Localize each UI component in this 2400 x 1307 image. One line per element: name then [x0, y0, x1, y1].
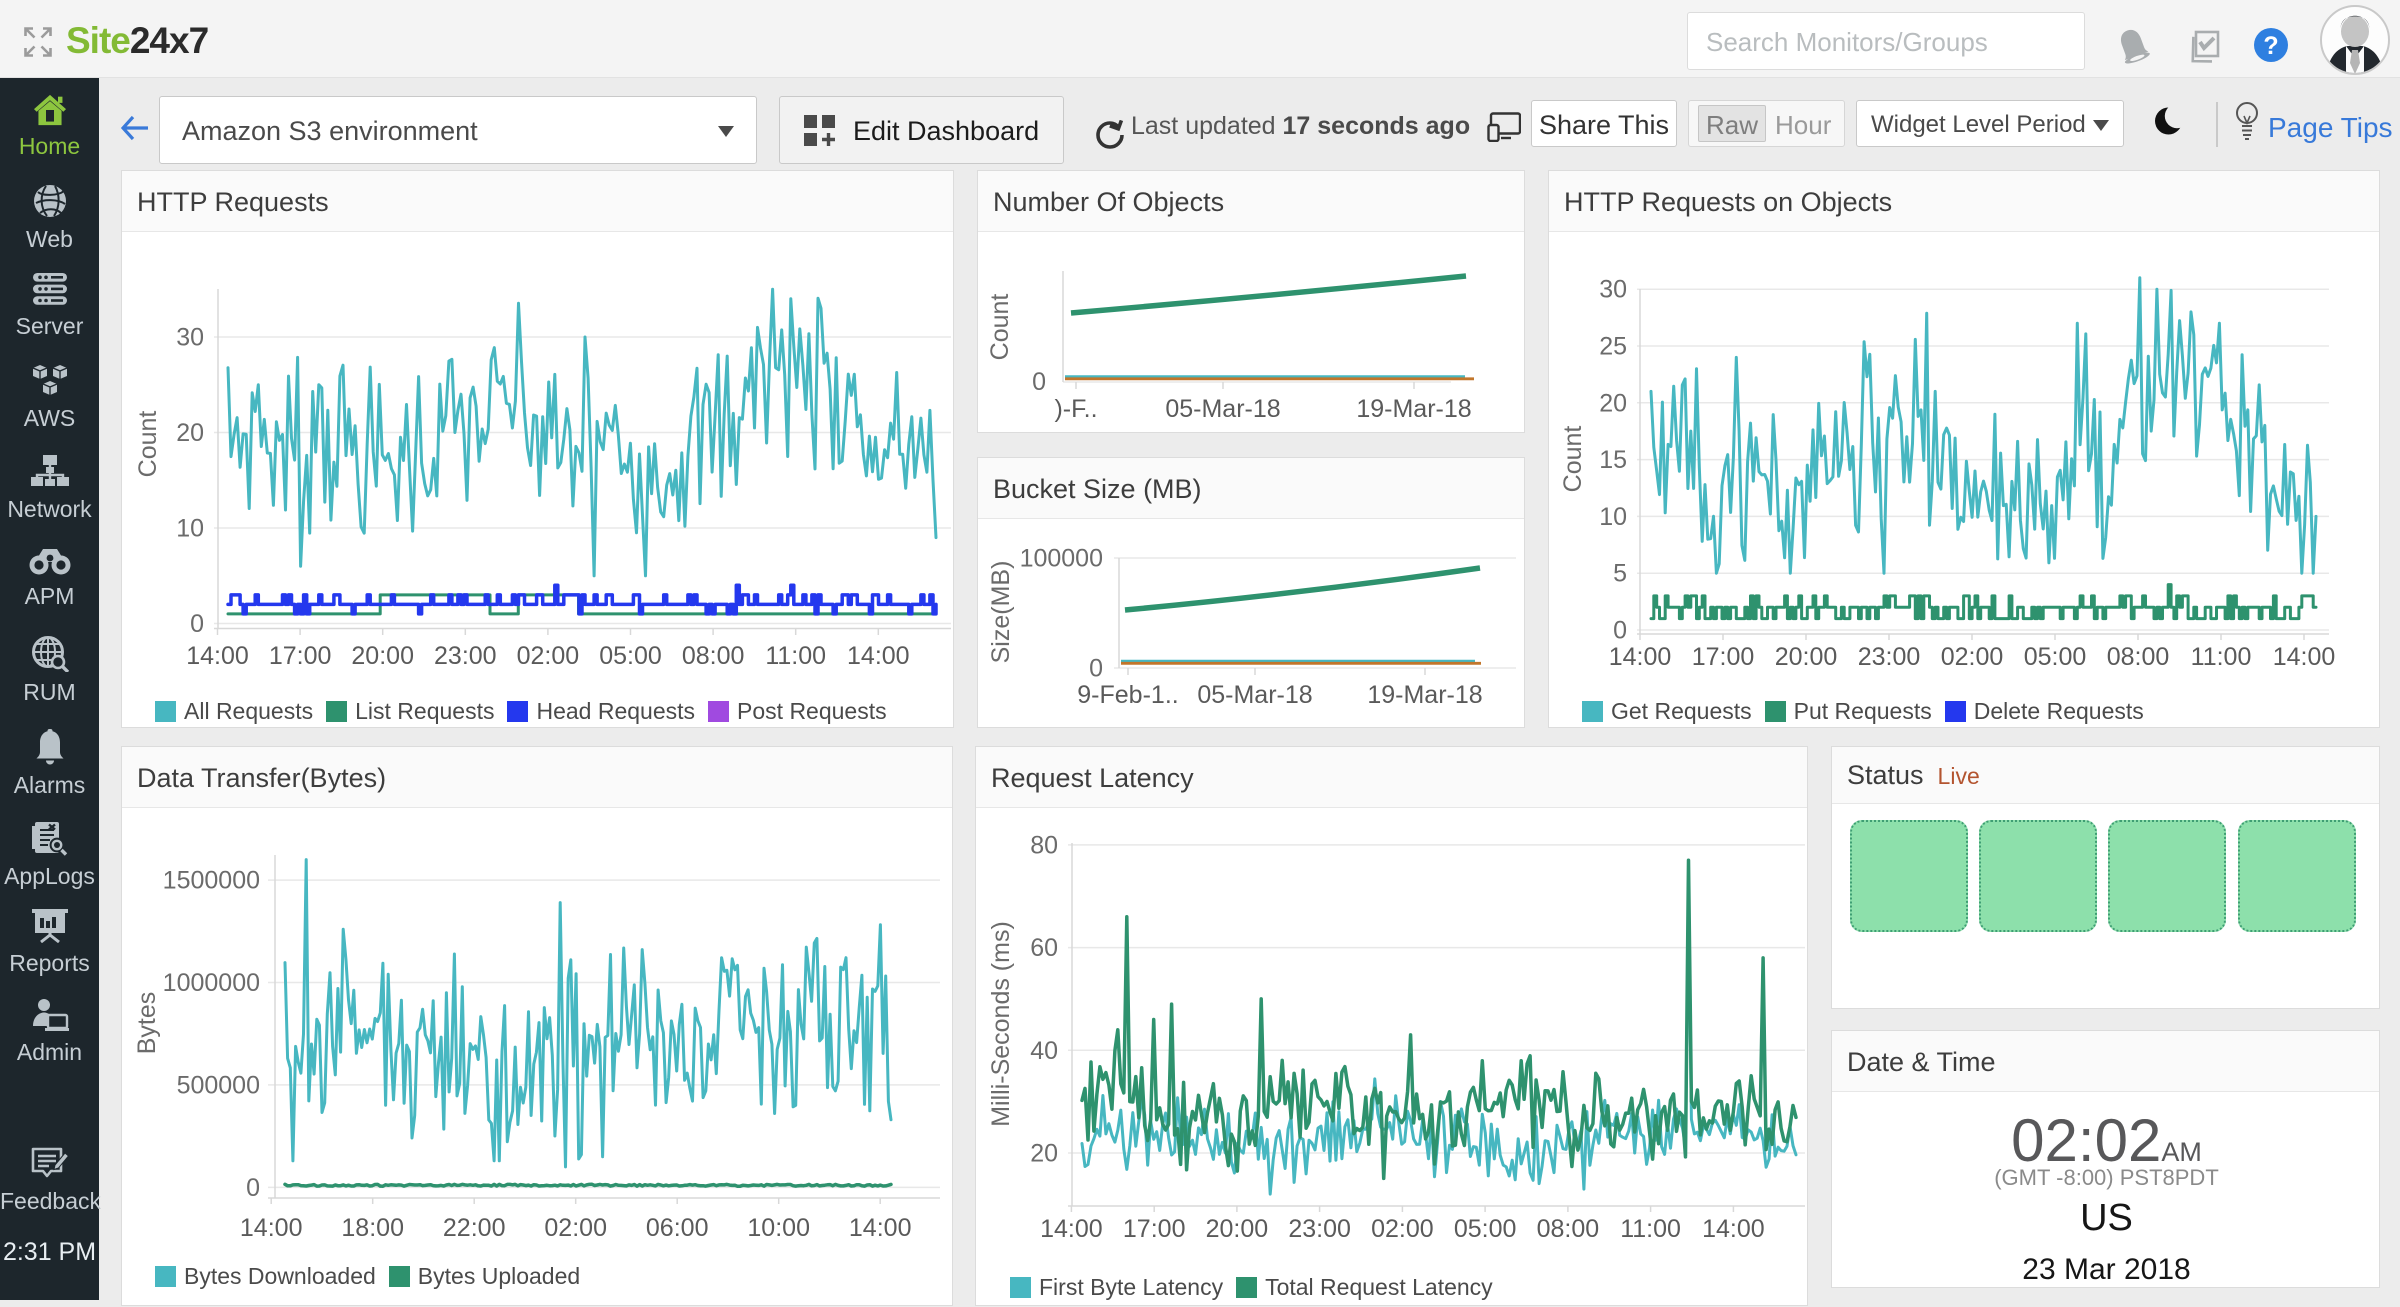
svg-text:Size(MB): Size(MB): [987, 561, 1015, 664]
svg-text:Count: Count: [1559, 426, 1587, 493]
svg-text:08:00: 08:00: [1537, 1215, 1600, 1243]
svg-text:22:00: 22:00: [443, 1214, 506, 1242]
svg-text:17:00: 17:00: [269, 642, 332, 670]
svg-text:30: 30: [176, 324, 204, 352]
svg-text:14:00: 14:00: [186, 642, 249, 670]
svg-text:9-Feb-1..: 9-Feb-1..: [1077, 681, 1178, 709]
svg-text:23:00: 23:00: [1288, 1215, 1351, 1243]
svg-text:05:00: 05:00: [1454, 1215, 1517, 1243]
svg-text:05:00: 05:00: [2024, 643, 2087, 671]
svg-text:20: 20: [176, 419, 204, 447]
svg-text:20: 20: [1599, 389, 1627, 417]
svg-text:Bytes: Bytes: [133, 992, 161, 1055]
svg-text:08:00: 08:00: [682, 642, 745, 670]
svg-text:11:00: 11:00: [1620, 1215, 1681, 1243]
svg-text:05-Mar-18: 05-Mar-18: [1165, 395, 1280, 423]
svg-text:40: 40: [1030, 1037, 1058, 1065]
svg-text:19-Mar-18: 19-Mar-18: [1367, 681, 1482, 709]
svg-text:19-Mar-18: 19-Mar-18: [1356, 395, 1471, 423]
svg-text:100000: 100000: [1020, 545, 1103, 573]
svg-text:Count: Count: [986, 294, 1014, 361]
svg-text:10:00: 10:00: [747, 1214, 810, 1242]
svg-text:20:00: 20:00: [1775, 643, 1838, 671]
svg-text:10: 10: [176, 515, 204, 543]
svg-text:Count: Count: [134, 411, 162, 478]
svg-text:11:00: 11:00: [2191, 643, 2252, 671]
svg-text:14:00: 14:00: [2273, 643, 2336, 671]
svg-text:1500000: 1500000: [163, 867, 260, 895]
svg-text:05:00: 05:00: [599, 642, 662, 670]
svg-text:14:00: 14:00: [1040, 1215, 1103, 1243]
svg-text:0: 0: [1089, 655, 1103, 683]
svg-text:0: 0: [190, 610, 204, 638]
svg-text:1000000: 1000000: [163, 969, 260, 997]
svg-text:30: 30: [1599, 276, 1627, 304]
svg-text:Milli-Seconds (ms): Milli-Seconds (ms): [987, 921, 1015, 1127]
svg-text:5: 5: [1613, 560, 1627, 588]
svg-text:)-F..: )-F..: [1054, 395, 1097, 423]
svg-text:08:00: 08:00: [2107, 643, 2170, 671]
svg-text:23:00: 23:00: [1858, 643, 1921, 671]
svg-text:17:00: 17:00: [1692, 643, 1755, 671]
svg-text:20:00: 20:00: [351, 642, 414, 670]
svg-text:25: 25: [1599, 333, 1627, 361]
svg-text:02:00: 02:00: [544, 1214, 607, 1242]
svg-text:10: 10: [1599, 503, 1627, 531]
svg-text:0: 0: [1032, 368, 1046, 396]
svg-text:14:00: 14:00: [1702, 1215, 1765, 1243]
svg-text:02:00: 02:00: [1371, 1215, 1434, 1243]
svg-text:60: 60: [1030, 934, 1058, 962]
svg-text:14:00: 14:00: [240, 1214, 303, 1242]
svg-text:80: 80: [1030, 831, 1058, 859]
svg-text:02:00: 02:00: [517, 642, 580, 670]
svg-text:?: ?: [2263, 32, 2278, 60]
svg-text:17:00: 17:00: [1123, 1215, 1186, 1243]
svg-text:15: 15: [1599, 446, 1627, 474]
svg-text:18:00: 18:00: [341, 1214, 404, 1242]
svg-text:14:00: 14:00: [847, 642, 910, 670]
svg-text:11:00: 11:00: [765, 642, 826, 670]
svg-text:23:00: 23:00: [434, 642, 497, 670]
svg-text:06:00: 06:00: [646, 1214, 709, 1242]
svg-text:20: 20: [1030, 1140, 1058, 1168]
svg-text:0: 0: [246, 1174, 260, 1202]
svg-text:0: 0: [1613, 617, 1627, 645]
svg-text:02:00: 02:00: [1941, 643, 2004, 671]
svg-text:500000: 500000: [177, 1071, 260, 1099]
svg-text:14:00: 14:00: [849, 1214, 912, 1242]
svg-text:20:00: 20:00: [1206, 1215, 1269, 1243]
svg-text:14:00: 14:00: [1609, 643, 1672, 671]
svg-text:05-Mar-18: 05-Mar-18: [1197, 681, 1312, 709]
